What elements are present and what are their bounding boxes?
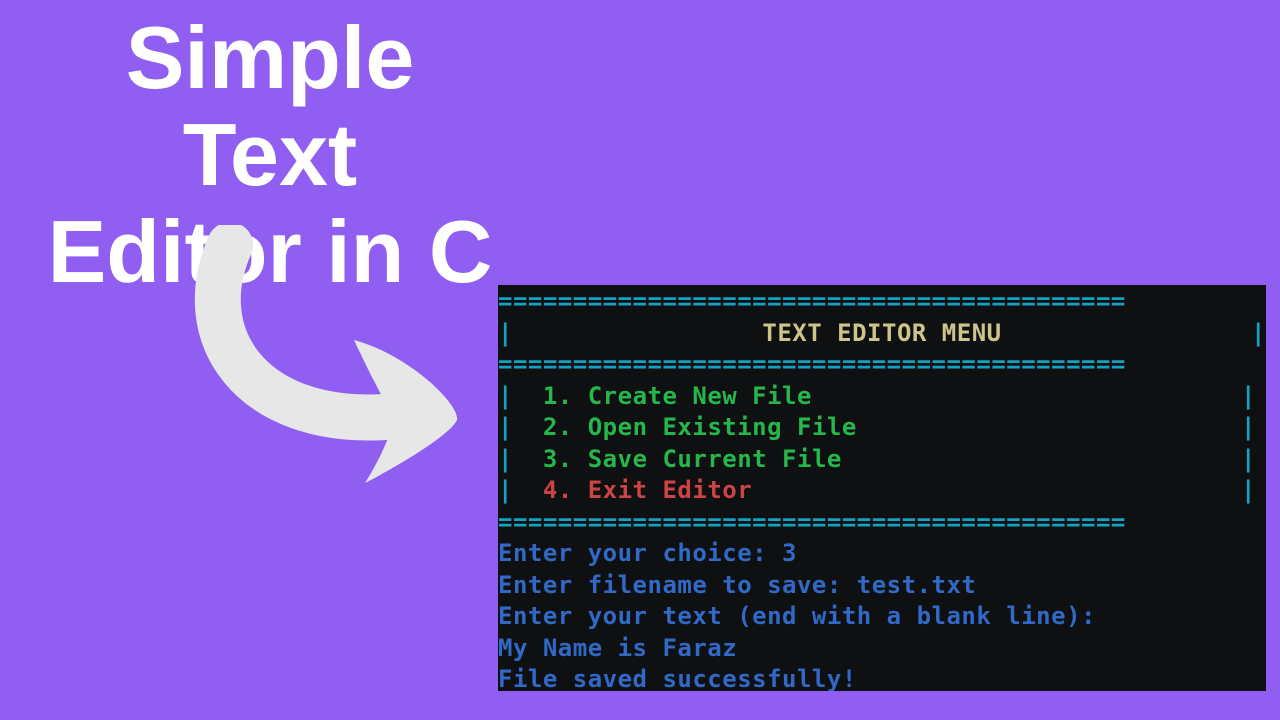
enter-text-prompt: Enter your text (end with a blank line): (498, 601, 1266, 633)
menu-title: TEXT EDITOR MENU (513, 318, 1251, 349)
filename-prompt-label: Enter filename to save: (498, 570, 857, 601)
menu-item-3[interactable]: | 3. Save Current File | (498, 444, 1266, 476)
page-title-line1: Simple Text (40, 10, 500, 204)
choice-prompt-row: Enter your choice: 3 (498, 538, 1266, 570)
choice-prompt-value: 3 (782, 538, 797, 569)
filename-prompt-row: Enter filename to save: test.txt (498, 570, 1266, 602)
user-typed-line: My Name is Faraz (498, 633, 1266, 665)
separator-bottom: ========================================… (498, 507, 1266, 539)
terminal-window: ========================================… (498, 285, 1266, 691)
separator-mid: ========================================… (498, 349, 1266, 381)
menu-item-2[interactable]: | 2. Open Existing File | (498, 412, 1266, 444)
arrow-icon (180, 225, 480, 485)
menu-title-row: | TEXT EDITOR MENU | (498, 318, 1266, 350)
filename-prompt-value: test.txt (857, 570, 977, 601)
separator-top: ========================================… (498, 286, 1266, 318)
menu-item-1[interactable]: | 1. Create New File | (498, 381, 1266, 413)
menu-item-4[interactable]: | 4. Exit Editor | (498, 475, 1266, 507)
choice-prompt-label: Enter your choice: (498, 538, 782, 569)
saved-message: File saved successfully! (498, 664, 1266, 691)
